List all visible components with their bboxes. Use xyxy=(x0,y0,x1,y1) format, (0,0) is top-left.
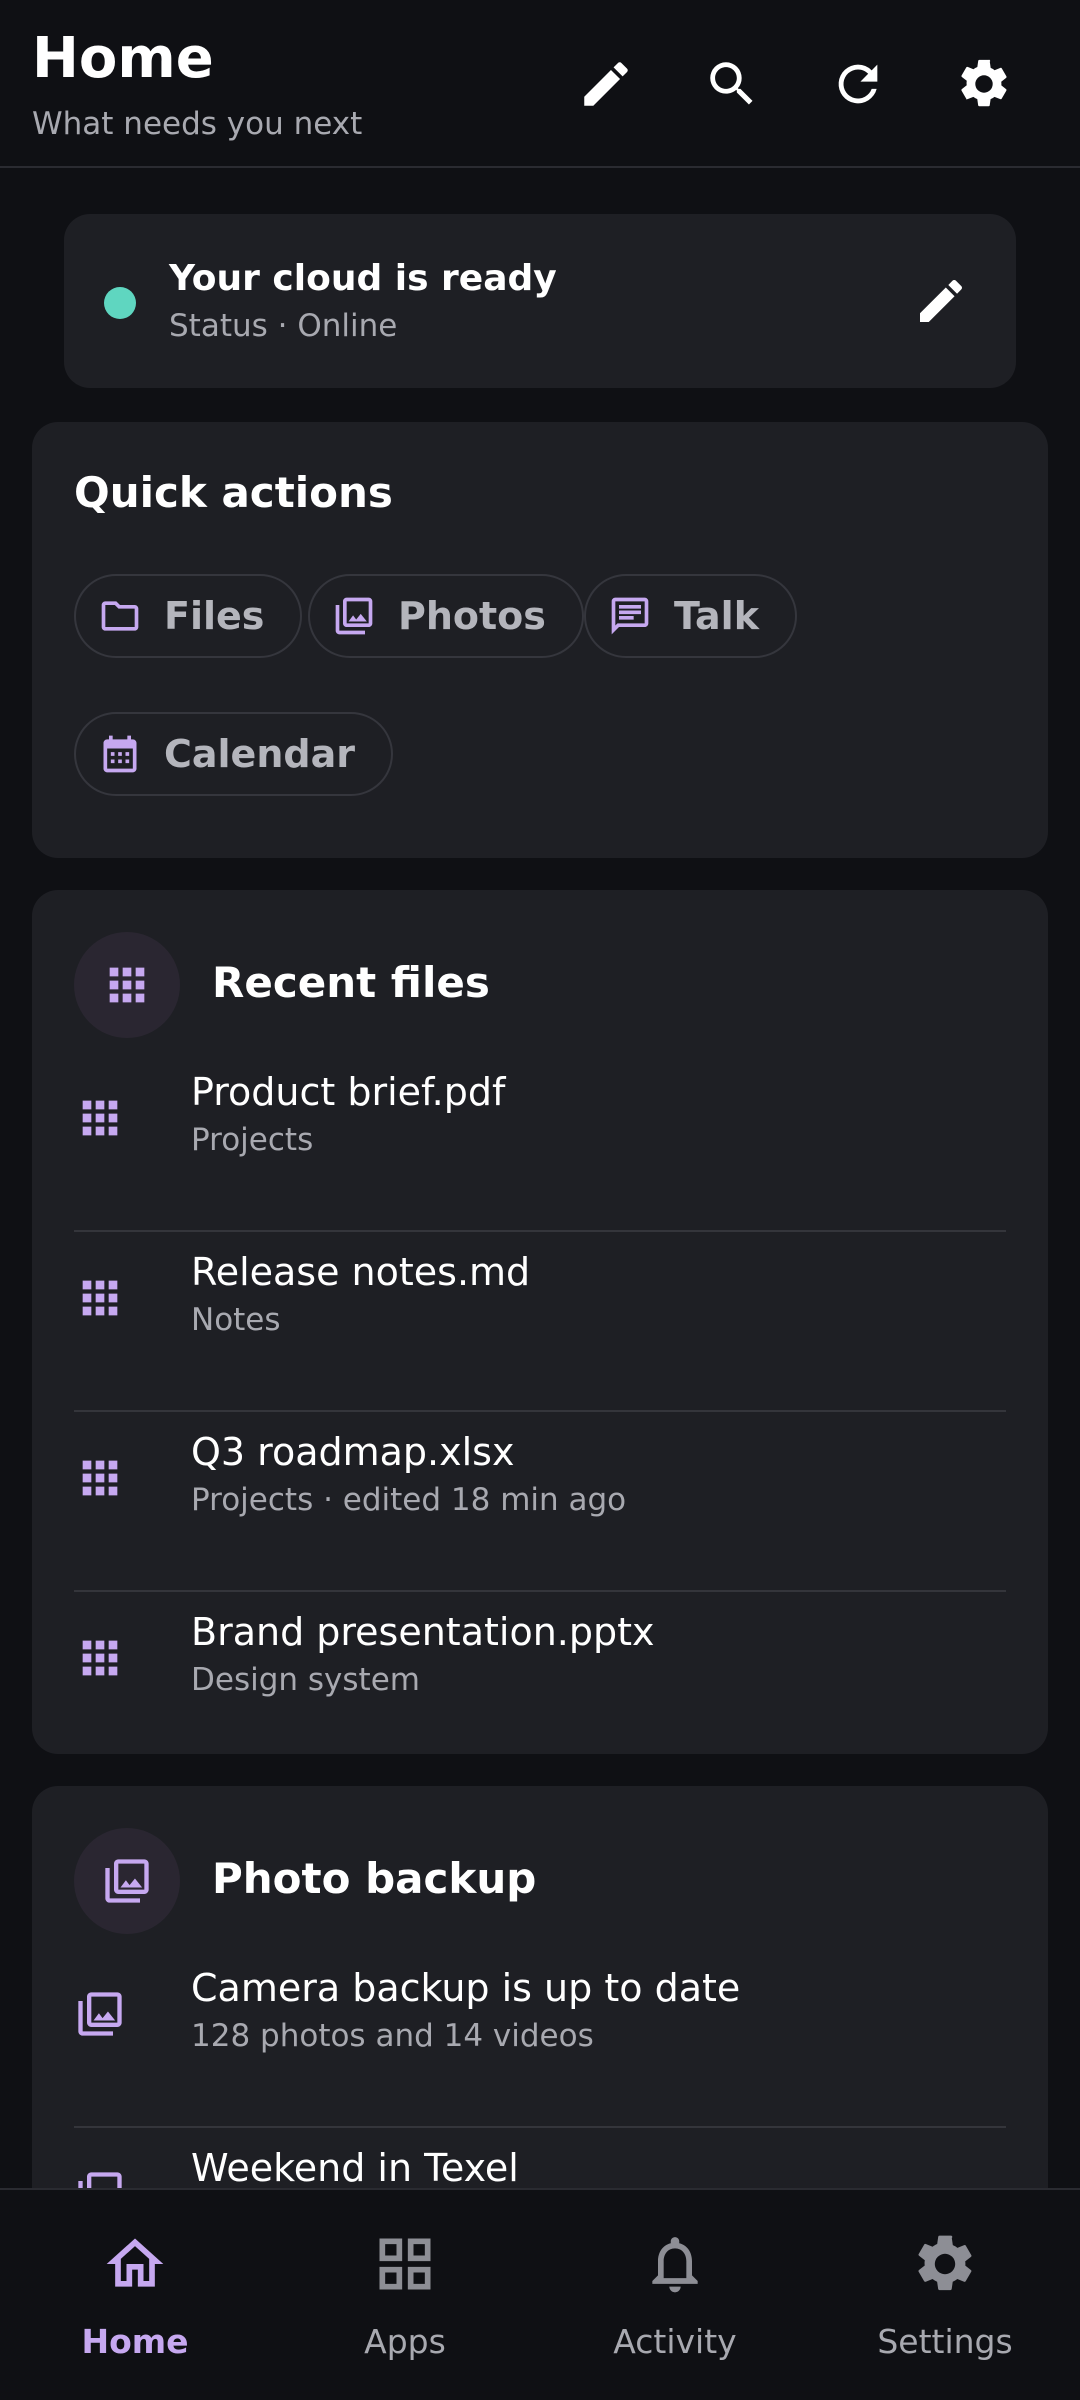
settings-icon xyxy=(961,59,1007,107)
file-row[interactable]: Brand presentation.pptx Design system xyxy=(74,1592,1006,1772)
nav-label: Home xyxy=(81,2322,189,2361)
grid-icon xyxy=(109,967,145,1003)
chip-photos[interactable]: Photos xyxy=(308,574,584,658)
edit-icon xyxy=(584,62,628,106)
file-row[interactable]: Product brief.pdf Projects xyxy=(74,1052,1006,1232)
file-meta: Projects · edited 18 min ago xyxy=(191,1482,627,1518)
file-meta: Notes xyxy=(191,1302,281,1338)
file-name: Q3 roadmap.xlsx xyxy=(191,1430,515,1474)
settings-icon xyxy=(918,2235,972,2291)
recent-files-badge xyxy=(74,932,180,1038)
status-subtitle: Status · Online xyxy=(169,308,398,344)
top-app-bar: Home What needs you next xyxy=(0,0,1080,168)
apps-grid-icon xyxy=(379,2238,431,2290)
grid-icon xyxy=(82,1280,118,1316)
search-button[interactable] xyxy=(692,44,772,124)
file-name: Release notes.md xyxy=(191,1250,531,1294)
chip-label: Calendar xyxy=(164,732,355,776)
quick-actions-card: Quick actions Files Photos Talk Calendar xyxy=(32,422,1048,858)
backup-row[interactable]: Camera backup is up to date 128 photos a… xyxy=(74,1948,1006,2128)
calendar-icon xyxy=(103,735,137,773)
photos-icon xyxy=(105,1859,149,1903)
page-title: Home xyxy=(32,26,214,91)
chip-files[interactable]: Files xyxy=(74,574,303,658)
chip-label: Files xyxy=(164,594,265,638)
grid-icon xyxy=(82,1460,118,1496)
status-edit-button[interactable] xyxy=(906,266,976,336)
refresh-icon xyxy=(838,64,878,104)
online-status-dot xyxy=(104,287,136,319)
home-screen: Home What needs you next Your cloud is r… xyxy=(0,0,1080,2400)
file-row[interactable]: Q3 roadmap.xlsx Projects · edited 18 min… xyxy=(74,1412,1006,1592)
grid-icon xyxy=(82,1100,118,1136)
edit-icon xyxy=(920,279,963,322)
bell-icon xyxy=(652,2237,698,2293)
chip-label: Talk xyxy=(674,594,759,638)
file-name: Product brief.pdf xyxy=(191,1070,506,1114)
edit-button[interactable] xyxy=(566,44,646,124)
search-icon xyxy=(710,62,753,105)
home-icon xyxy=(106,2238,164,2287)
nav-apps[interactable]: Apps xyxy=(270,2190,540,2400)
file-meta: Design system xyxy=(191,1662,420,1698)
refresh-button[interactable] xyxy=(818,44,898,124)
chip-talk[interactable]: Talk xyxy=(584,574,797,658)
file-meta: Projects xyxy=(191,1122,314,1158)
folder-icon xyxy=(101,601,139,631)
chip-label: Photos xyxy=(398,594,546,638)
chat-icon xyxy=(611,597,649,635)
nav-label: Activity xyxy=(613,2322,737,2361)
nav-label: Settings xyxy=(877,2322,1013,2361)
nav-settings[interactable]: Settings xyxy=(810,2190,1080,2400)
nav-activity[interactable]: Activity xyxy=(540,2190,810,2400)
page-subtitle: What needs you next xyxy=(32,106,363,142)
file-row[interactable]: Release notes.md Notes xyxy=(74,1232,1006,1412)
recent-files-card: Recent files Product brief.pdf Projects … xyxy=(32,890,1048,1754)
quick-actions-title: Quick actions xyxy=(74,468,393,517)
photo-backup-badge xyxy=(74,1828,180,1934)
recent-files-title: Recent files xyxy=(212,958,490,1007)
file-name: Brand presentation.pptx xyxy=(191,1610,655,1654)
bottom-navigation: Home Apps Activity Settings xyxy=(0,2188,1080,2400)
status-title: Your cloud is ready xyxy=(169,258,557,299)
photos-icon xyxy=(335,597,373,635)
nav-home[interactable]: Home xyxy=(0,2190,270,2400)
backup-meta: 128 photos and 14 videos xyxy=(191,2018,594,2054)
grid-icon xyxy=(82,1640,118,1676)
settings-button[interactable] xyxy=(944,44,1024,124)
nav-label: Apps xyxy=(364,2322,446,2361)
cloud-status-card[interactable]: Your cloud is ready Status · Online xyxy=(64,214,1016,388)
chip-calendar[interactable]: Calendar xyxy=(74,712,393,796)
backup-name: Camera backup is up to date xyxy=(191,1966,741,2010)
photo-backup-title: Photo backup xyxy=(212,1854,537,1903)
backup-name: Weekend in Texel xyxy=(191,2146,519,2190)
photos-icon xyxy=(78,1992,122,2036)
